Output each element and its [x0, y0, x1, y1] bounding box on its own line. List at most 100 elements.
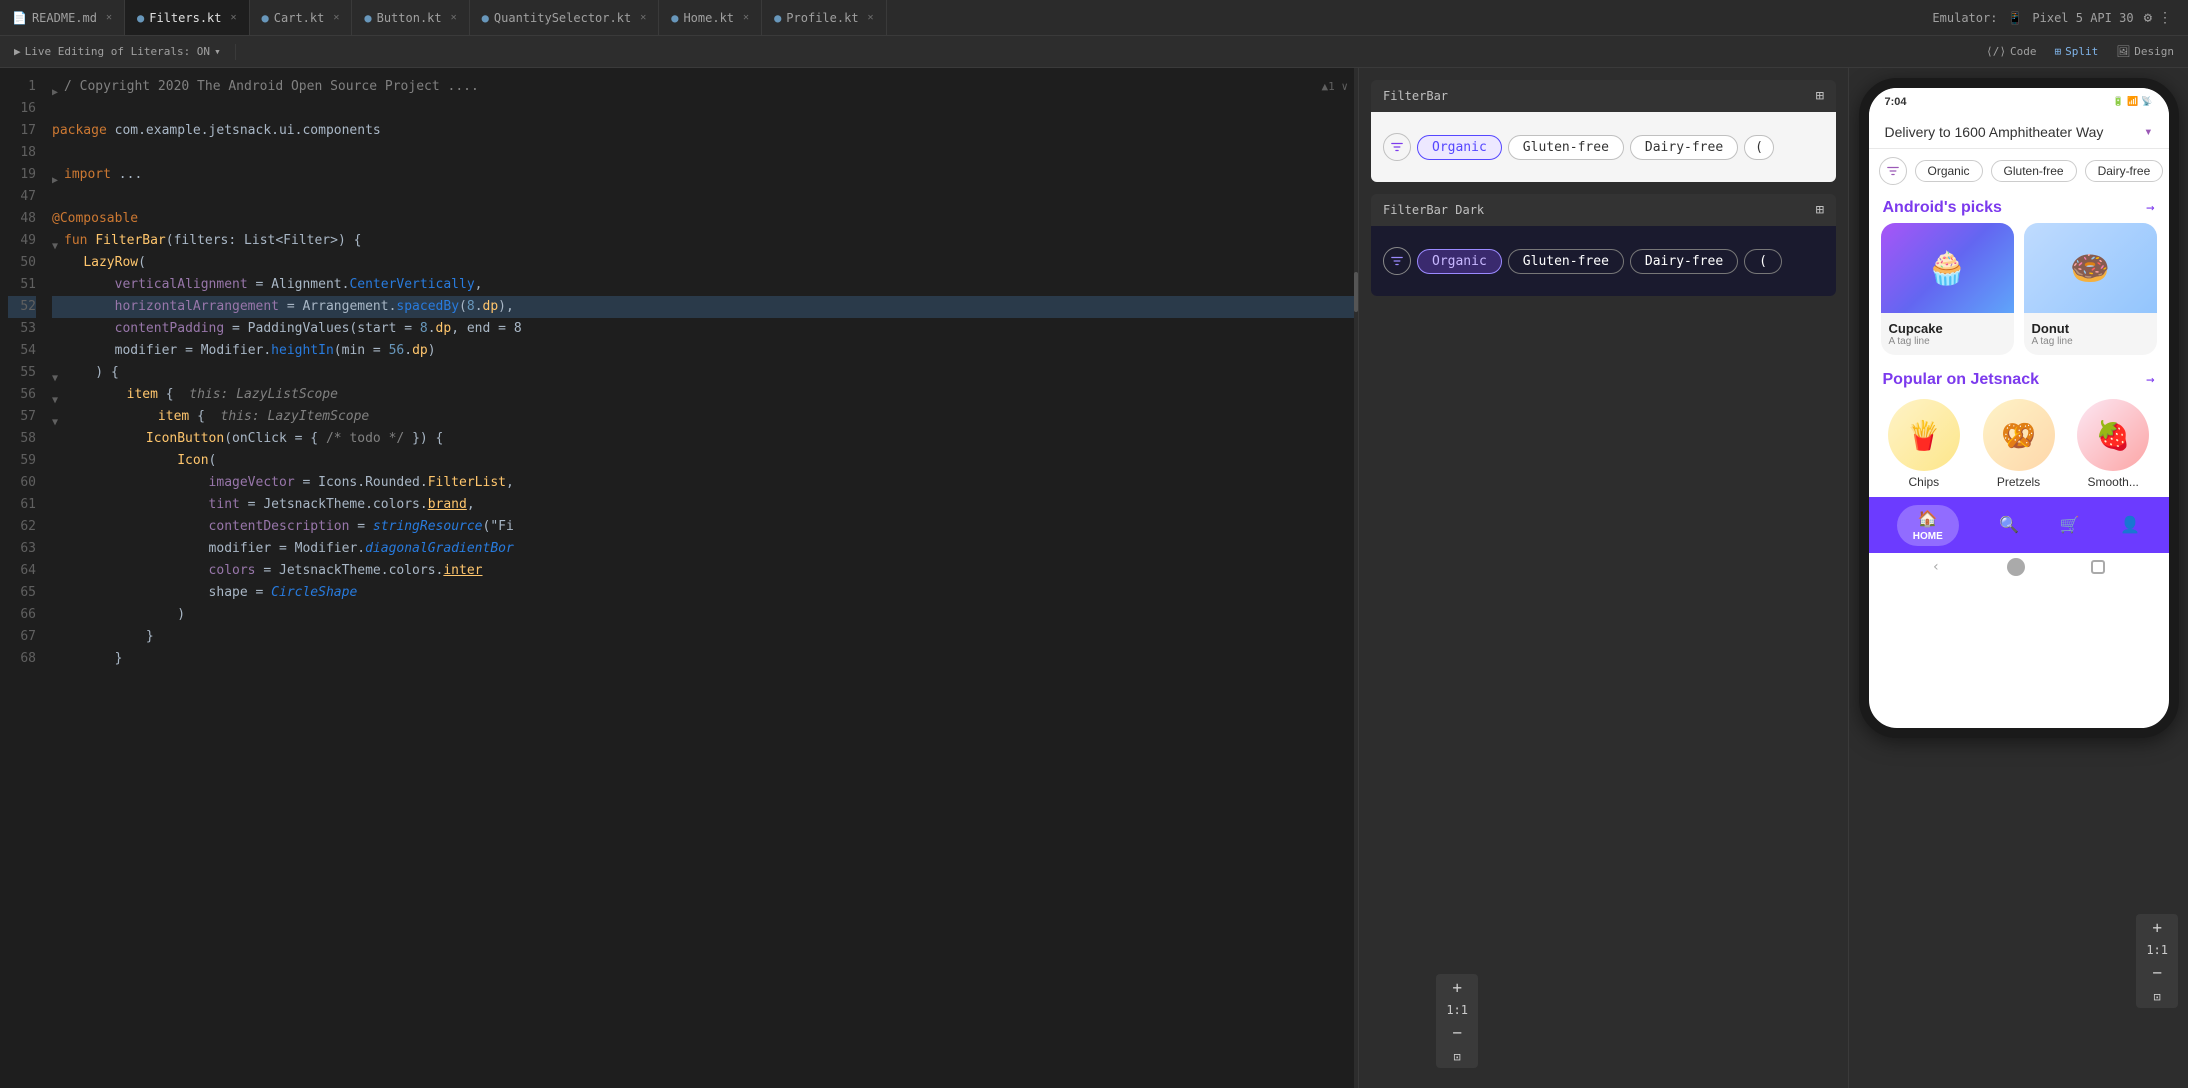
- phone-popular-arrow[interactable]: →: [2146, 372, 2154, 388]
- code-line-55: ▼ ) {: [52, 362, 1358, 384]
- phone-dropdown-arrow-icon[interactable]: ▾: [2144, 124, 2152, 140]
- tab-filters[interactable]: ● Filters.kt ✕: [125, 0, 250, 35]
- editor-scrollbar[interactable]: [1354, 68, 1358, 1088]
- chip-dairy-free[interactable]: Dairy-free: [1630, 135, 1738, 160]
- phone-card-donut[interactable]: 🍩 Donut A tag line: [2024, 223, 2157, 355]
- filterbar-preview-card: FilterBar ⊞ Organic Gluten-free Dairy-fr…: [1371, 80, 1836, 182]
- phone-androids-picks-title: Android's picks: [1883, 199, 2002, 217]
- phone-zoom-in[interactable]: +: [2140, 918, 2174, 937]
- fold-icon[interactable]: ▼: [52, 412, 62, 422]
- chip-overflow-dark[interactable]: (: [1744, 249, 1782, 274]
- code-line-53: contentPadding = PaddingValues(start = 8…: [52, 318, 1358, 340]
- filterbar-dark-preview-card: FilterBar Dark ⊞ Organic Gluten-free Dai…: [1371, 194, 1836, 296]
- tab-close-icon[interactable]: ✕: [451, 12, 457, 23]
- settings-icon[interactable]: ⚙: [2144, 10, 2152, 26]
- main-content: 1 16 17 18 19 47 48 49 50 51 52 53 54 55…: [0, 68, 2188, 1088]
- phone-nav-profile[interactable]: 👤: [2120, 515, 2140, 535]
- phone-fit-btn[interactable]: ⊡: [2140, 990, 2174, 1004]
- phone-pop-smoothie-label: Smooth...: [2088, 475, 2139, 489]
- phone-pop-chips-img: 🍟: [1888, 399, 1960, 471]
- home-icon: 🏠: [1918, 509, 1938, 529]
- fold-icon[interactable]: ▶: [52, 82, 62, 92]
- fold-icon[interactable]: ▶: [52, 170, 62, 180]
- design-view-btn[interactable]: 🖼 Design: [2110, 43, 2180, 60]
- code-line-57: ▼ item { this: LazyItemScope: [52, 406, 1358, 428]
- phone-popular-title: Popular on Jetsnack: [1883, 371, 2040, 389]
- more-icon[interactable]: ⋮: [2158, 10, 2172, 26]
- expand-dark-icon[interactable]: ⊞: [1816, 202, 1824, 218]
- filter-list-icon[interactable]: [1383, 133, 1411, 161]
- tab-close-icon[interactable]: ✕: [868, 12, 874, 23]
- tab-close-icon[interactable]: ✕: [106, 12, 112, 23]
- filter-list-dark-icon[interactable]: [1383, 247, 1411, 275]
- phone-delivery-bar[interactable]: Delivery to 1600 Amphitheater Way ▾: [1869, 116, 2169, 149]
- phone-status-icons: 🔋 📶 📡: [2113, 97, 2153, 107]
- tab-close-icon[interactable]: ✕: [743, 12, 749, 23]
- profile-icon: 👤: [2120, 515, 2140, 535]
- phone-androids-picks-arrow[interactable]: →: [2146, 200, 2154, 216]
- fit-btn[interactable]: ⊡: [1440, 1050, 1474, 1064]
- code-line-49: ▼ fun FilterBar(filters: List<Filter>) {: [52, 230, 1358, 252]
- chip-overflow[interactable]: (: [1744, 135, 1774, 160]
- phone-card-cupcake[interactable]: 🧁 Cupcake A tag line: [1881, 223, 2014, 355]
- tab-quantity[interactable]: ● QuantitySelector.kt ✕: [470, 0, 660, 35]
- filterbar-preview-header: FilterBar ⊞: [1371, 80, 1836, 112]
- chip-gluten-free-dark[interactable]: Gluten-free: [1508, 249, 1624, 274]
- chip-organic-dark[interactable]: Organic: [1417, 249, 1502, 274]
- tabs-container: 📄 README.md ✕ ● Filters.kt ✕ ● Cart.kt ✕…: [0, 0, 1916, 35]
- phone-pop-chips[interactable]: 🍟 Chips: [1881, 399, 1968, 489]
- tab-bar: 📄 README.md ✕ ● Filters.kt ✕ ● Cart.kt ✕…: [0, 0, 2188, 36]
- home-circle-btn[interactable]: [2007, 558, 2025, 576]
- code-line-17: package com.example.jetsnack.ui.componen…: [52, 120, 1358, 142]
- chip-dairy-free-dark[interactable]: Dairy-free: [1630, 249, 1738, 274]
- code-line-60: imageVector = Icons.Rounded.FilterList,: [52, 472, 1358, 494]
- phone-nav-cart[interactable]: 🛒: [2060, 515, 2080, 535]
- tab-close-icon[interactable]: ✕: [231, 12, 237, 23]
- phone-pop-smoothie[interactable]: 🍓 Smooth...: [2070, 399, 2157, 489]
- tab-icon: ●: [262, 11, 269, 25]
- phone-pop-pretzels-img: 🥨: [1983, 399, 2055, 471]
- chip-gluten-free[interactable]: Gluten-free: [1508, 135, 1624, 160]
- code-view-btn[interactable]: ⟨/⟩ Code: [1980, 43, 2042, 60]
- phone-pop-pretzels[interactable]: 🥨 Pretzels: [1975, 399, 2062, 489]
- filterbar-preview-title: FilterBar: [1383, 89, 1448, 103]
- zoom-in-btn[interactable]: +: [1440, 978, 1474, 997]
- fold-icon[interactable]: ▼: [52, 368, 62, 378]
- design-icon: 🖼: [2116, 45, 2130, 58]
- phone-frame: 7:04 🔋 📶 📡 Delivery to 1600 Amphitheater…: [1859, 78, 2179, 738]
- tab-icon: ●: [137, 11, 144, 25]
- phone-gesture-bar: ‹: [1869, 553, 2169, 581]
- phone-nav-search[interactable]: 🔍: [1999, 515, 2019, 535]
- live-editing-toggle[interactable]: ▶ Live Editing of Literals: ON ▾: [8, 43, 227, 60]
- tab-close-icon[interactable]: ✕: [640, 12, 646, 23]
- tab-home[interactable]: ● Home.kt ✕: [659, 0, 762, 35]
- split-view-btn[interactable]: ⊞ Split: [2049, 43, 2105, 60]
- chip-organic[interactable]: Organic: [1417, 135, 1502, 160]
- expand-icon[interactable]: ⊞: [1816, 88, 1824, 104]
- phone-chip-gluten[interactable]: Gluten-free: [1991, 160, 2077, 182]
- phone-zoom-out[interactable]: −: [2140, 963, 2174, 982]
- phone-filter-row: Organic Gluten-free Dairy-free (: [1869, 149, 2169, 193]
- toolbar-sep-1: [235, 44, 236, 60]
- recents-btn[interactable]: [2091, 560, 2105, 574]
- tab-cart[interactable]: ● Cart.kt ✕: [250, 0, 353, 35]
- phone-popular-header: Popular on Jetsnack →: [1869, 365, 2169, 395]
- zoom-out-btn[interactable]: −: [1440, 1023, 1474, 1042]
- phone-chip-organic[interactable]: Organic: [1915, 160, 1983, 182]
- code-editor[interactable]: 1 16 17 18 19 47 48 49 50 51 52 53 54 55…: [0, 68, 1358, 1088]
- phone-chip-dairy[interactable]: Dairy-free: [2085, 160, 2164, 182]
- tab-close-icon[interactable]: ✕: [333, 12, 339, 23]
- tab-readme[interactable]: 📄 README.md ✕: [0, 0, 125, 35]
- filterbar-dark-preview-header: FilterBar Dark ⊞: [1371, 194, 1836, 226]
- fold-icon[interactable]: ▼: [52, 236, 62, 246]
- dropdown-icon: ▾: [214, 45, 221, 58]
- phone-filter-icon[interactable]: [1879, 157, 1907, 185]
- fold-icon[interactable]: ▼: [52, 390, 62, 400]
- phone-nav-home[interactable]: 🏠 HOME: [1897, 505, 1959, 546]
- code-line-61: tint = JetsnackTheme.colors.brand,: [52, 494, 1358, 516]
- back-btn[interactable]: ‹: [1932, 559, 1940, 575]
- code-line-47: [52, 186, 1358, 208]
- tab-button[interactable]: ● Button.kt ✕: [352, 0, 469, 35]
- zoom-controls: + 1:1 − ⊡: [1436, 974, 1478, 1068]
- tab-profile[interactable]: ● Profile.kt ✕: [762, 0, 887, 35]
